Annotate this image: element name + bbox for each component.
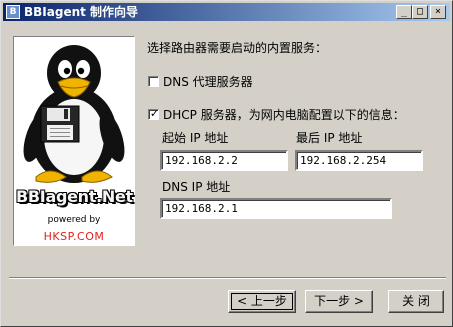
dns-ip-input[interactable]: 192.168.2.1 [160,198,392,219]
next-button[interactable]: 下一步 > [305,290,373,313]
close-button[interactable]: 关 闭 [388,290,444,313]
dns-proxy-label[interactable]: DNS 代理服务器 [163,73,253,90]
site-text: HKSP.COM [43,230,105,243]
dhcp-label[interactable]: DHCP 服务器，为网内电脑配置以下的信息： [163,106,405,123]
back-button[interactable]: < 上一步 [228,290,296,313]
window-title: BBIagent 制作向导 [24,5,139,19]
start-ip-label: 起始 IP 地址 [162,131,229,145]
end-ip-input[interactable]: 192.168.2.254 [295,150,423,171]
close-window-button[interactable]: × [430,5,446,19]
powered-by-text: powered by [47,215,101,225]
services-prompt: 选择路由器需要启动的内置服务： [147,41,328,55]
end-ip-label: 最后 IP 地址 [296,131,363,145]
separator [9,277,446,279]
sidebar-banner: BBIagent.Net powered by HKSP.COM [13,36,135,246]
floppy-disk-icon [40,105,80,143]
checkmark-icon: ✓ [149,107,160,120]
maximize-button[interactable]: □ [412,5,428,19]
dns-ip-label: DNS IP 地址 [162,180,231,194]
title-bar[interactable]: B BBIagent 制作向导 _ □ × [3,3,450,21]
dns-proxy-checkbox[interactable] [148,76,159,87]
wizard-window: B BBIagent 制作向导 _ □ × BBIagent.Net power… [0,0,453,327]
dhcp-checkbox[interactable]: ✓ [148,107,160,120]
brand-logo: BBIagent.Net [16,184,133,210]
brand-text: BBIagent.Net [16,187,133,206]
start-ip-input[interactable]: 192.168.2.2 [160,150,288,171]
app-icon[interactable]: B [6,5,20,19]
minimize-button[interactable]: _ [396,5,412,19]
